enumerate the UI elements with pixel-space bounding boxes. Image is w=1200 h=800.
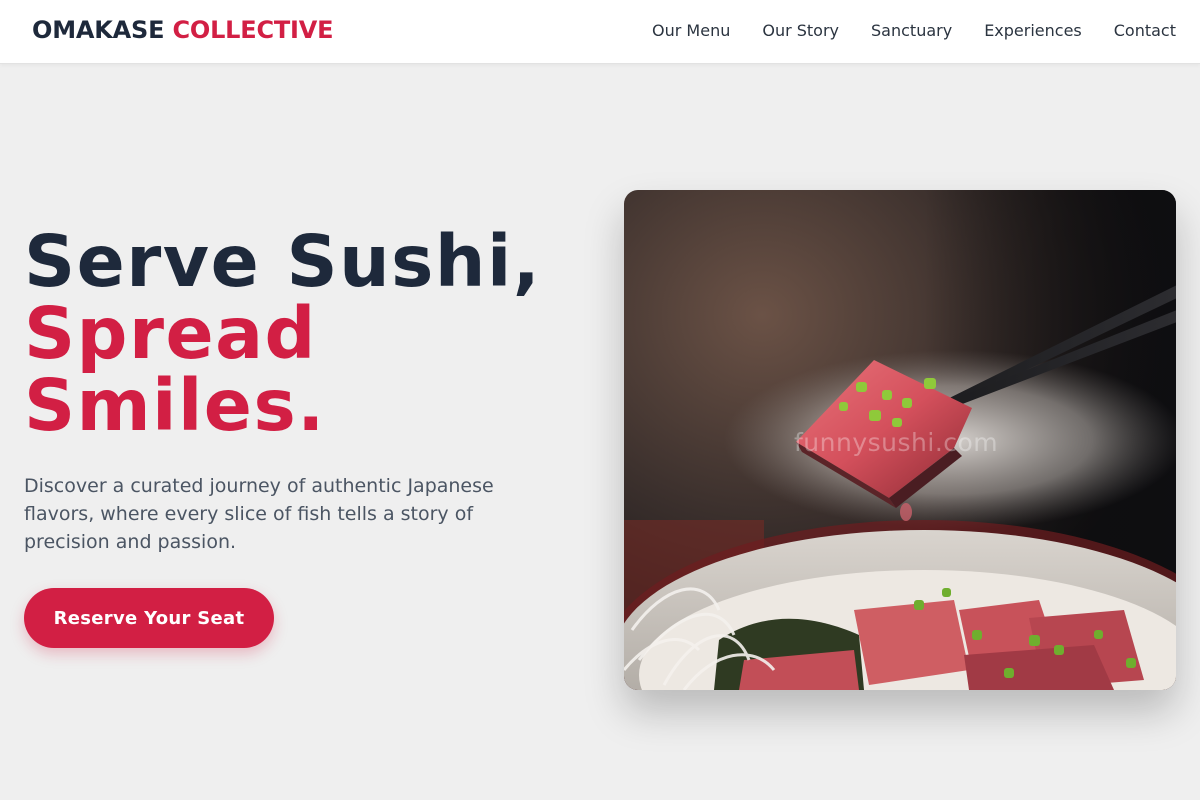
reserve-seat-button[interactable]: Reserve Your Seat xyxy=(24,588,274,648)
nav-link-our-story[interactable]: Our Story xyxy=(762,21,839,40)
site-header: OMAKASE COLLECTIVE Our Menu Our Story Sa… xyxy=(0,0,1200,64)
hero-description: Discover a curated journey of authentic … xyxy=(24,475,494,553)
brand-name-accent: COLLECTIVE xyxy=(172,16,334,44)
brand-name-primary: OMAKASE xyxy=(32,16,165,44)
hero-title: Serve Sushi, Spread Smiles. xyxy=(24,226,541,442)
hero-title-line-3: Smiles. xyxy=(24,364,326,447)
nav-link-sanctuary[interactable]: Sanctuary xyxy=(871,21,952,40)
hero-title-line-2: Spread xyxy=(24,292,317,375)
brand-logo[interactable]: OMAKASE COLLECTIVE xyxy=(32,16,334,44)
image-watermark: funnysushi.com xyxy=(794,428,999,457)
nav-link-our-menu[interactable]: Our Menu xyxy=(652,21,730,40)
main-nav: Our Menu Our Story Sanctuary Experiences… xyxy=(652,0,1176,60)
nav-link-contact[interactable]: Contact xyxy=(1114,21,1176,40)
hero-sushi-image: funnysushi.com xyxy=(624,190,1176,690)
nav-link-experiences[interactable]: Experiences xyxy=(984,21,1082,40)
hero-title-line-1: Serve Sushi, xyxy=(24,220,542,303)
